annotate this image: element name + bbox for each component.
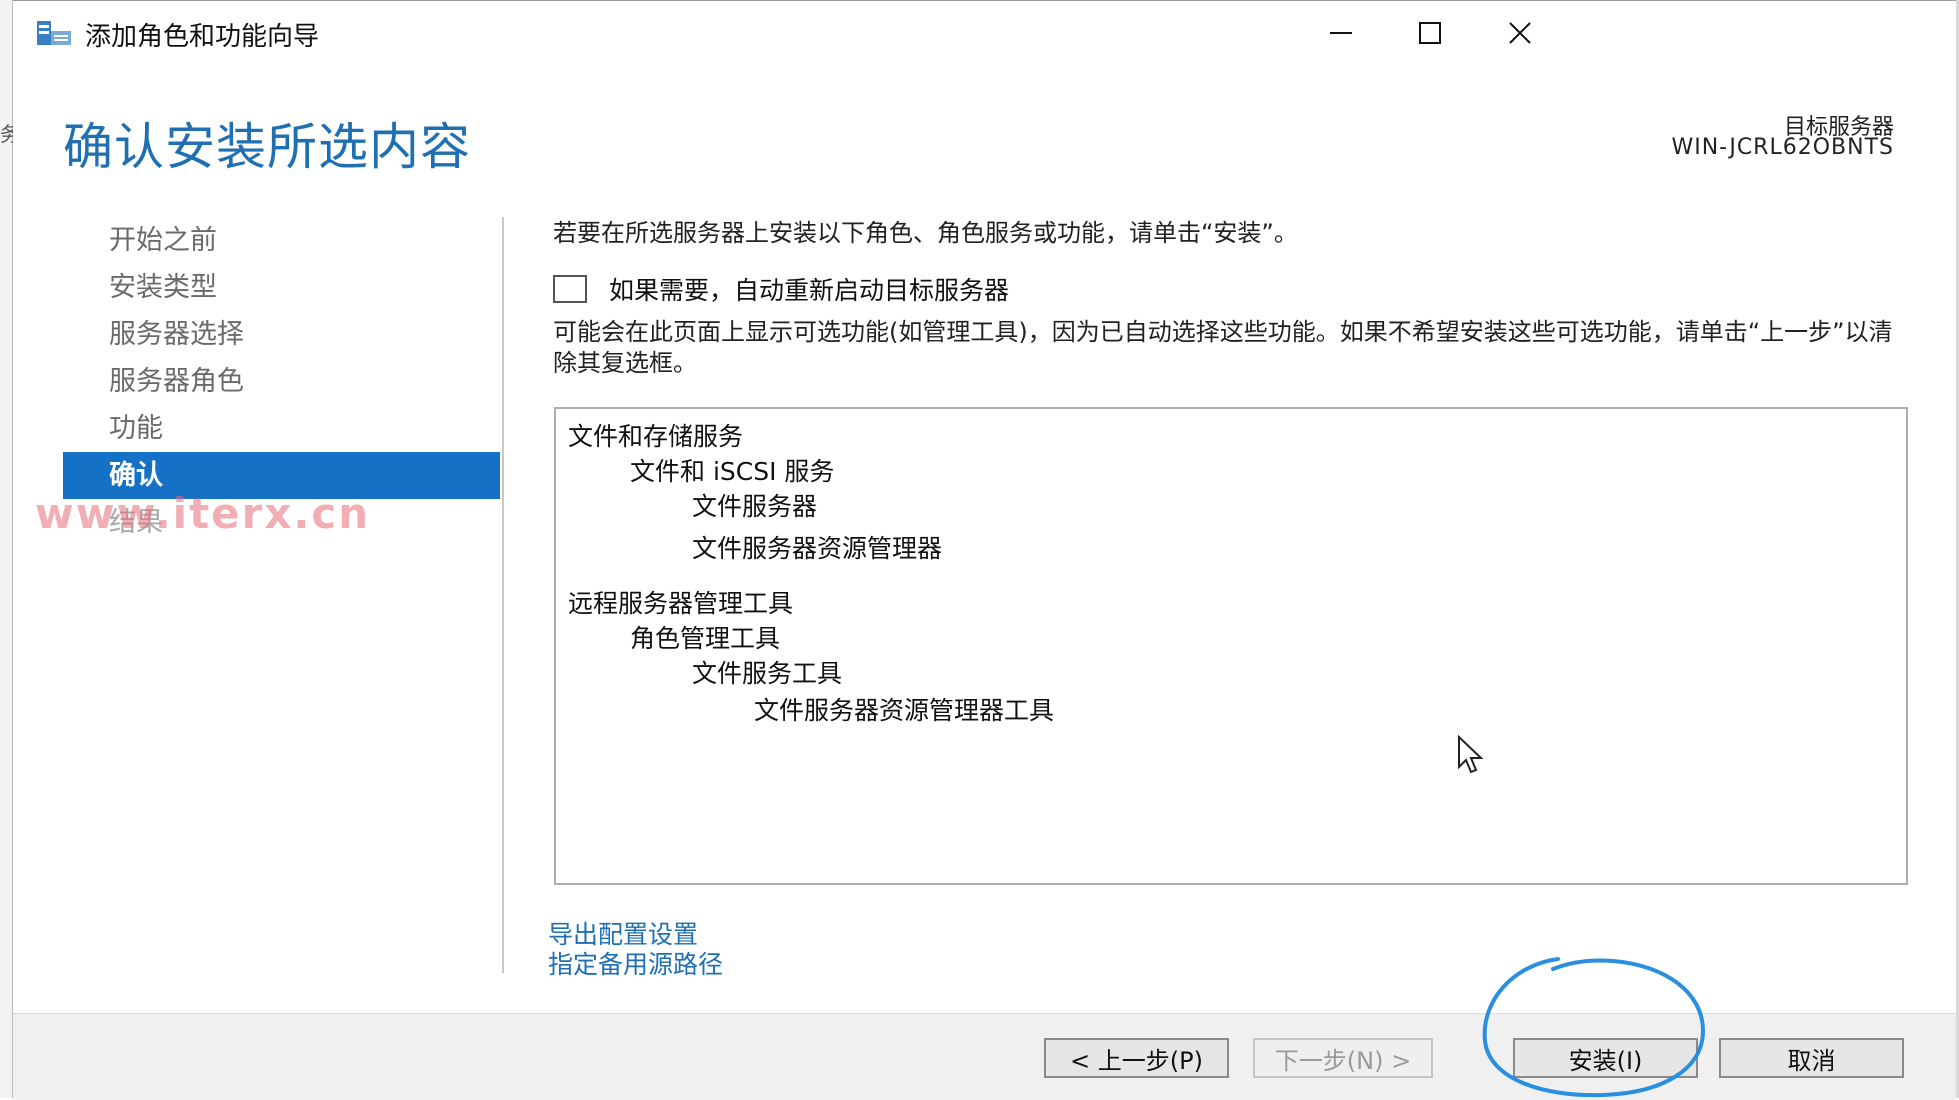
nav-divider [502,217,504,973]
nav-item-server-selection[interactable]: 服务器选择 [63,311,500,358]
tree-item: 远程服务器管理工具 [568,589,794,618]
alternate-source-link[interactable]: 指定备用源路径 [548,945,723,981]
previous-button[interactable]: < 上一步(P) [1044,1038,1229,1078]
tree-item: 文件服务器 [692,492,818,521]
tree-item: 文件服务器资源管理器 [692,534,943,563]
close-button[interactable] [1490,5,1550,61]
window-title: 添加角色和功能向导 [85,22,320,52]
server-manager-icon [37,21,71,45]
restart-option[interactable]: 如果需要，自动重新启动目标服务器 [553,271,1009,307]
tree-item: 文件和存储服务 [568,422,744,451]
title-bar[interactable]: 添加角色和功能向导 [13,1,1956,63]
minimize-button[interactable] [1311,5,1371,61]
target-server-name: WIN-JCRL62OBNTS [1671,135,1894,160]
mouse-pointer-icon [1458,735,1484,774]
tree-item: 文件和 iSCSI 服务 [630,457,835,486]
next-button: 下一步(N) > [1253,1038,1433,1078]
maximize-button[interactable] [1400,5,1460,61]
restart-checkbox[interactable] [553,275,587,303]
nav-item-features[interactable]: 功能 [63,405,500,452]
optional-features-note: 可能会在此页面上显示可选功能(如管理工具)，因为已自动选择这些功能。如果不希望安… [553,318,1893,377]
close-icon [1509,22,1531,44]
content-area: 若要在所选服务器上安装以下角色、角色服务或功能，请单击“安装”。 如果需要，自动… [553,213,1893,377]
cancel-button[interactable]: 取消 [1719,1038,1904,1078]
page-title: 确认安装所选内容 [63,118,471,176]
nav-item-installation-type[interactable]: 安装类型 [63,264,500,311]
watermark: www.iterx.cn [35,489,371,538]
maximize-icon [1419,22,1441,44]
tree-item: 文件服务器资源管理器工具 [754,696,1055,725]
minimize-icon [1330,32,1352,34]
restart-checkbox-label[interactable]: 如果需要，自动重新启动目标服务器 [609,271,1009,307]
intro-text: 若要在所选服务器上安装以下角色、角色服务或功能，请单击“安装”。 [553,219,1298,247]
nav-item-server-roles[interactable]: 服务器角色 [63,358,500,405]
tree-item: 文件服务工具 [692,659,843,688]
background-window-edge: 务 [0,0,20,1098]
selected-features-list[interactable]: 文件和存储服务 文件和 iSCSI 服务 文件服务器 文件服务器资源管理器 远程… [554,407,1908,885]
button-bar: < 上一步(P) 下一步(N) > 安装(I) 取消 [13,1013,1956,1100]
install-button[interactable]: 安装(I) [1513,1038,1698,1078]
wizard-window: 添加角色和功能向导 确认安装所选内容 目标服务器 WIN-JCRL62OBNTS… [13,0,1956,1100]
tree-item: 角色管理工具 [630,624,781,653]
nav-item-before-you-begin[interactable]: 开始之前 [63,217,500,264]
